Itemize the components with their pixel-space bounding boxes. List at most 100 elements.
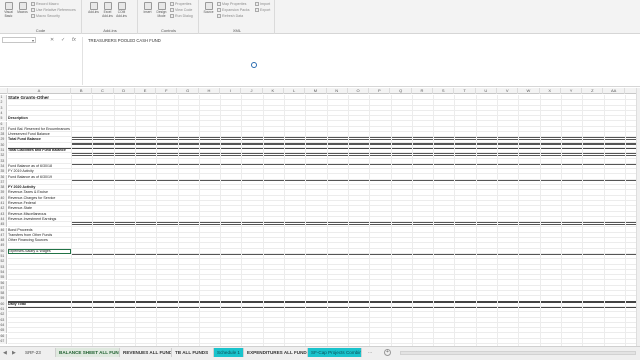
run-dialog-button[interactable]: Run Dialog xyxy=(170,14,193,19)
column-header-a[interactable]: A xyxy=(8,88,71,94)
column-header-z[interactable]: Z xyxy=(582,88,604,94)
insert-function-icon[interactable]: fx xyxy=(72,38,76,43)
column-header-e[interactable]: E xyxy=(135,88,157,94)
column-header-r[interactable]: R xyxy=(412,88,434,94)
macro-security-button[interactable]: Macro Security xyxy=(31,14,60,19)
button-label: Properties xyxy=(175,2,192,6)
column-header-t[interactable]: T xyxy=(454,88,476,94)
column-header-q[interactable]: Q xyxy=(391,88,412,94)
row-header[interactable]: 67 xyxy=(0,338,7,345)
column-gridline xyxy=(369,95,371,346)
column-header-w[interactable]: W xyxy=(518,88,540,94)
tab-balance-sheet-all-funds[interactable]: BALANCE SHEET ALL FUNDS xyxy=(56,348,120,357)
import-button[interactable]: Import xyxy=(255,2,270,7)
select-all-corner[interactable] xyxy=(0,88,8,94)
excel-add-ins-button[interactable]: Excel Add-ins xyxy=(101,2,114,28)
macros-button[interactable]: Macros xyxy=(16,2,29,28)
column-gridline xyxy=(326,95,328,346)
ribbon-group-label: XML xyxy=(232,28,242,33)
record-macro-button[interactable]: Record Macro xyxy=(31,2,59,7)
more-tabs-button[interactable]: ... xyxy=(368,348,372,357)
column-header-h[interactable]: H xyxy=(199,88,221,94)
name-box[interactable]: ▾ xyxy=(2,37,36,43)
ribbon-group-label: Code xyxy=(35,28,46,33)
column-header-i[interactable]: I xyxy=(220,88,242,94)
column-header-f[interactable]: F xyxy=(156,88,178,94)
row-separator xyxy=(8,147,636,149)
export-button[interactable]: Export xyxy=(255,8,270,13)
column-header-d[interactable]: D xyxy=(114,88,135,94)
column-gridline xyxy=(113,95,115,346)
column-header-j[interactable]: J xyxy=(241,88,263,94)
column-header-m[interactable]: M xyxy=(305,88,327,94)
column-gridline xyxy=(411,95,413,346)
button-label: Macro Security xyxy=(36,14,60,18)
enter-icon[interactable]: ✓ xyxy=(61,38,65,43)
column-gridline xyxy=(92,95,94,346)
view-code-button[interactable]: View Code xyxy=(170,8,192,13)
column-gridline xyxy=(603,95,605,346)
column-header-g[interactable]: G xyxy=(178,88,199,94)
tab-expenditures-all-funds[interactable]: EXPENDITURES ALL FUNDS xyxy=(244,348,308,357)
cancel-icon[interactable]: ✕ xyxy=(50,38,54,43)
column-header-x[interactable]: X xyxy=(540,88,561,94)
selected-cell[interactable] xyxy=(8,248,71,254)
table-row: 67 xyxy=(0,338,636,345)
formula-input[interactable]: TREASURERS POOLED CASH FUND xyxy=(88,38,161,43)
run-dialog-icon xyxy=(170,14,174,19)
refresh-data-icon xyxy=(217,14,221,19)
use-relative-references-icon xyxy=(31,8,35,13)
column-header-p[interactable]: P xyxy=(369,88,391,94)
properties-button[interactable]: Properties xyxy=(170,2,191,7)
use-relative-references-button[interactable]: Use Relative References xyxy=(31,8,76,13)
source-button[interactable]: Source xyxy=(202,2,215,28)
column-gridline xyxy=(390,95,392,346)
column-header-k[interactable]: K xyxy=(263,88,284,94)
record-macro-icon xyxy=(31,2,35,7)
tab-scroll-left-icon[interactable]: ◀ xyxy=(3,350,7,356)
column-header-o[interactable]: O xyxy=(348,88,370,94)
horizontal-scrollbar[interactable] xyxy=(400,351,636,355)
expansion-packs-button[interactable]: Expansion Packs xyxy=(217,8,250,13)
column-gridline xyxy=(284,95,285,346)
formula-divider xyxy=(82,37,83,85)
tab-tb-all-funds[interactable]: TB ALL FUNDS xyxy=(172,348,214,357)
column-header-row: A B C D E F G H I J K L M N O P Q R S T U V W X Y Z AA xyxy=(0,88,636,94)
vertical-scrollbar[interactable] xyxy=(636,88,640,346)
insert-button[interactable]: Insert xyxy=(141,2,154,28)
add-ins-button[interactable]: Add-ins xyxy=(87,2,100,28)
column-header-b[interactable]: B xyxy=(71,88,93,94)
map-properties-button[interactable]: Map Properties xyxy=(217,2,246,7)
add-sheet-button[interactable]: + xyxy=(384,349,391,356)
tab-schedule-1[interactable]: Schedule 1 xyxy=(214,348,244,357)
tab-scroll-right-icon[interactable]: ▶ xyxy=(12,350,16,356)
column-header-s[interactable]: S xyxy=(433,88,455,94)
tab-sf-cap-projects-combin[interactable]: SF-Cap Projects Combin xyxy=(308,348,362,357)
add-ins-icon xyxy=(89,2,98,10)
refresh-data-button[interactable]: Refresh Data xyxy=(217,14,243,19)
column-header-y[interactable]: Y xyxy=(561,88,583,94)
column-header-u[interactable]: U xyxy=(476,88,497,94)
visual-basic-button[interactable]: Visual Basic xyxy=(2,2,15,28)
design-mode-button[interactable]: Design Mode xyxy=(155,2,168,28)
column-header-aa[interactable]: AA xyxy=(604,88,625,94)
column-header-v[interactable]: V xyxy=(497,88,519,94)
column-header-c[interactable]: C xyxy=(92,88,114,94)
visual-basic-icon xyxy=(4,2,13,10)
map-properties-icon xyxy=(217,2,221,7)
button-label: Visual Basic xyxy=(4,10,13,18)
worksheet-grid[interactable]: A B C D E F G H I J K L M N O P Q R S T U V W X Y Z AA 1 State Gran… xyxy=(0,88,636,346)
tab-revenues-all-funds[interactable]: REVENUES ALL FUNDS xyxy=(120,348,172,357)
column-gridline xyxy=(454,95,456,346)
formula-bar: ▾ ✕ ✓ fx TREASURERS POOLED CASH FUND xyxy=(0,35,640,87)
button-label: Source xyxy=(203,10,214,14)
column-header-l[interactable]: L xyxy=(284,88,306,94)
expansion-packs-icon xyxy=(217,8,221,13)
button-label: Import xyxy=(260,2,271,6)
row-separator xyxy=(8,301,636,303)
column-header-n[interactable]: N xyxy=(327,88,348,94)
chevron-down-icon[interactable]: ▾ xyxy=(32,38,34,43)
com-add-ins-button[interactable]: COM Add-ins xyxy=(115,2,128,28)
button-label: Refresh Data xyxy=(222,14,244,18)
tab-srf-23[interactable]: SRF-23 xyxy=(22,348,56,357)
